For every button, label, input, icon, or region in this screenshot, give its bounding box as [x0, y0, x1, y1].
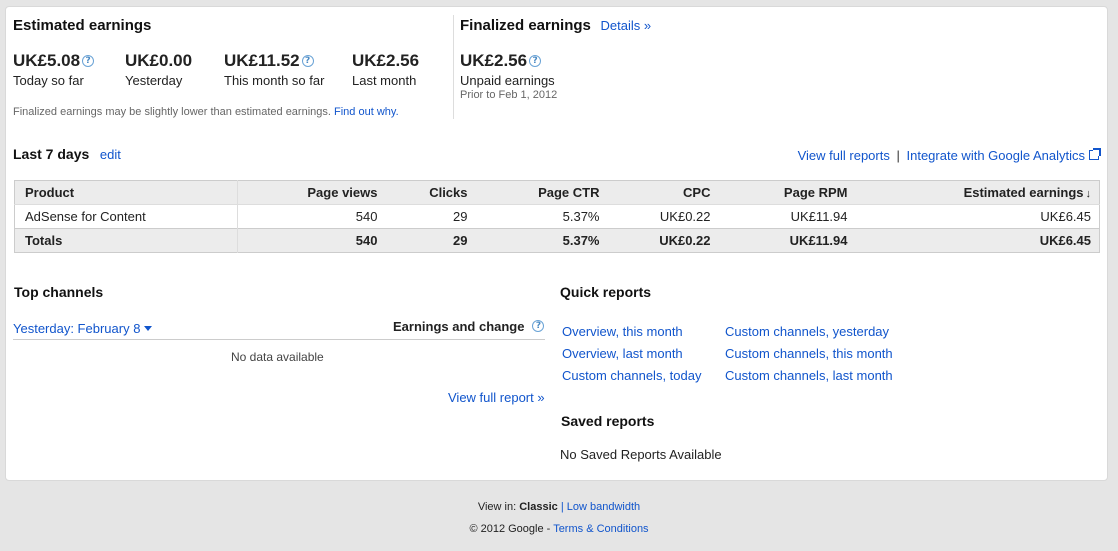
- stat-yesterday: UK£0.00 Yesterday: [125, 51, 192, 88]
- earnings-table: Product Page views Clicks Page CTR CPC P…: [14, 180, 1100, 253]
- footer-view-in: View in: Classic | Low bandwidth: [0, 501, 1118, 513]
- finalized-earnings-title: Finalized earnings: [460, 17, 591, 34]
- estimated-note-text: Finalized earnings may be slightly lower…: [13, 106, 331, 118]
- edit-link[interactable]: edit: [100, 147, 121, 162]
- col-estimated-earnings[interactable]: Estimated earnings ↓: [855, 180, 1100, 205]
- view-full-reports-link[interactable]: View full reports: [798, 148, 890, 163]
- estimated-note: Finalized earnings may be slightly lower…: [13, 106, 399, 118]
- totals-estimated-earnings: UK£6.45: [855, 228, 1100, 253]
- view-full-report-link[interactable]: View full report »: [448, 390, 545, 405]
- low-bandwidth-link[interactable]: Low bandwidth: [567, 501, 640, 513]
- finalized-header: Finalized earnings Details »: [460, 17, 651, 34]
- find-out-why-link[interactable]: Find out why.: [334, 106, 399, 118]
- quick-report-link[interactable]: Overview, last month: [562, 346, 683, 361]
- last7-title: Last 7 days: [13, 146, 90, 162]
- stat-last-month-amount: UK£2.56: [352, 51, 420, 70]
- stat-last-month-label: Last month: [352, 73, 417, 88]
- table-totals-row: Totals 540 29 5.37% UK£0.22 UK£11.94 UK£…: [14, 228, 1100, 253]
- stat-today-amount: UK£5.08: [13, 51, 81, 70]
- totals-cpc: UK£0.22: [607, 228, 719, 253]
- copyright-text: © 2012 Google -: [469, 523, 551, 535]
- totals-page-ctr: 5.37%: [475, 228, 608, 253]
- cell-clicks: 29: [453, 209, 468, 224]
- earnings-change-label: Earnings and change: [393, 319, 525, 334]
- col-clicks[interactable]: Clicks: [385, 180, 476, 205]
- no-data-text: No data available: [231, 350, 324, 364]
- col-page-views[interactable]: Page views: [237, 180, 386, 205]
- stat-this-month-amount: UK£11.52: [224, 51, 300, 70]
- help-icon[interactable]: ?: [529, 55, 542, 67]
- stat-this-month-label: This month so far: [224, 73, 325, 88]
- stat-yesterday-amount: UK£0.00: [125, 51, 193, 70]
- last7-header: Last 7 days edit: [13, 146, 121, 162]
- help-icon[interactable]: ?: [301, 55, 314, 67]
- section-divider: [453, 15, 454, 119]
- stat-this-month: UK£11.52? This month so far: [224, 51, 324, 88]
- channels-divider: [13, 339, 545, 340]
- totals-page-views: 540: [237, 228, 386, 253]
- help-icon[interactable]: ?: [532, 320, 545, 332]
- links-separator: |: [896, 148, 900, 163]
- stat-today-label: Today so far: [13, 73, 84, 88]
- finalized-amount: UK£2.56: [460, 51, 528, 70]
- date-selector-dropdown[interactable]: Yesterday: February 8: [13, 321, 153, 336]
- stat-last-month: UK£2.56 Last month: [352, 51, 419, 88]
- totals-label: Totals: [14, 228, 238, 253]
- help-icon[interactable]: ?: [82, 55, 95, 67]
- classic-mode: Classic: [519, 501, 558, 513]
- table-header-row: Product Page views Clicks Page CTR CPC P…: [14, 180, 1100, 205]
- stat-today: UK£5.08? Today so far: [13, 51, 95, 88]
- footer-separator: |: [560, 501, 564, 513]
- col-estimated-earnings-label: Estimated earnings: [963, 185, 1084, 200]
- cell-product: AdSense for Content: [14, 204, 238, 229]
- col-page-ctr[interactable]: Page CTR: [475, 180, 608, 205]
- stat-yesterday-label: Yesterday: [125, 73, 183, 88]
- cell-cpc: UK£0.22: [659, 209, 711, 224]
- external-link-icon: [1089, 148, 1101, 160]
- col-cpc[interactable]: CPC: [607, 180, 719, 205]
- last7-links: View full reports | Integrate with Googl…: [798, 148, 1101, 163]
- view-in-label: View in:: [477, 501, 517, 513]
- no-saved-reports-text: No Saved Reports Available: [560, 447, 722, 462]
- footer-copyright: © 2012 Google - Terms & Conditions: [0, 523, 1118, 535]
- sort-arrow-icon: ↓: [1085, 188, 1092, 200]
- integrate-analytics-label: Integrate with Google Analytics: [906, 148, 1086, 163]
- totals-clicks: 29: [385, 228, 476, 253]
- quick-reports-title: Quick reports: [560, 284, 652, 300]
- col-page-rpm[interactable]: Page RPM: [718, 180, 856, 205]
- quick-report-link[interactable]: Overview, this month: [562, 324, 683, 339]
- finalized-label: Unpaid earnings: [460, 73, 555, 88]
- date-selector-label: Yesterday: February 8: [13, 321, 141, 336]
- finalized-stat: UK£2.56? Unpaid earnings Prior to Feb 1,…: [460, 51, 557, 101]
- earnings-change-header: Earnings and change?: [393, 319, 545, 334]
- integrate-analytics-link[interactable]: Integrate with Google Analytics: [906, 148, 1101, 163]
- quick-report-link[interactable]: Custom channels, today: [562, 368, 701, 383]
- table-row: AdSense for Content 540 29 5.37% UK£0.22…: [14, 204, 1100, 229]
- main-panel: Estimated earnings UK£5.08? Today so far…: [5, 6, 1108, 481]
- details-link[interactable]: Details »: [601, 18, 652, 33]
- finalized-sub: Prior to Feb 1, 2012: [460, 89, 558, 101]
- quick-report-link[interactable]: Custom channels, yesterday: [725, 324, 889, 339]
- terms-link[interactable]: Terms & Conditions: [553, 523, 648, 535]
- saved-reports-title: Saved reports: [561, 413, 655, 429]
- col-product[interactable]: Product: [14, 180, 238, 205]
- cell-estimated-earnings: UK£6.45: [1040, 209, 1091, 224]
- quick-report-link[interactable]: Custom channels, this month: [725, 346, 893, 361]
- estimated-earnings-title: Estimated earnings: [13, 17, 152, 34]
- cell-page-rpm: UK£11.94: [790, 209, 848, 224]
- chevron-down-icon: [144, 326, 153, 331]
- totals-page-rpm: UK£11.94: [718, 228, 856, 253]
- top-channels-title: Top channels: [14, 284, 104, 300]
- cell-page-ctr: 5.37%: [562, 209, 600, 224]
- cell-page-views: 540: [355, 209, 378, 224]
- quick-report-link[interactable]: Custom channels, last month: [725, 368, 893, 383]
